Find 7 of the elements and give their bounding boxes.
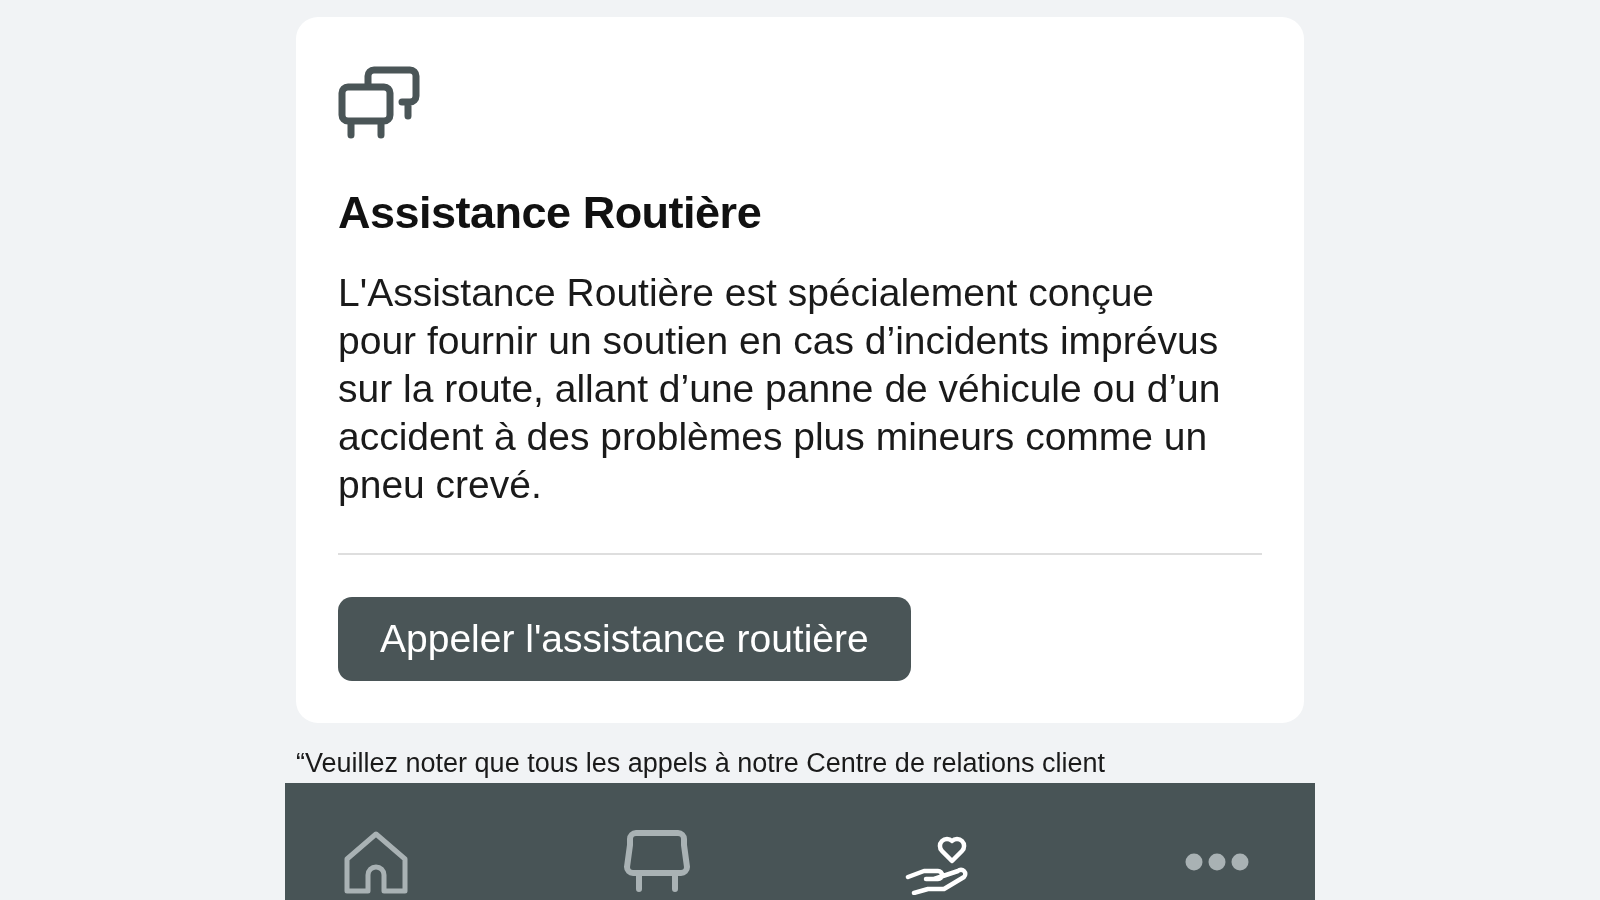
more-icon — [1185, 853, 1249, 871]
car-icon — [622, 829, 693, 895]
card-title: Assistance Routière — [338, 187, 763, 239]
nav-tab[interactable] — [622, 829, 693, 895]
call-assistance-button[interactable]: Appeler l'assistance routière — [338, 597, 911, 681]
card-description: L'Assistance Routière est spécialement conçue pour fournir un soutien en cas d’incidents imprévus sur la route, allant d’une panne de véhicule ou d’un accident à des problèmes plus mineurs comme un pneu crevé. — [338, 270, 1222, 508]
note-text: “Veuillez noter que tous les appels à notre Centre de relations client — [296, 748, 1106, 779]
